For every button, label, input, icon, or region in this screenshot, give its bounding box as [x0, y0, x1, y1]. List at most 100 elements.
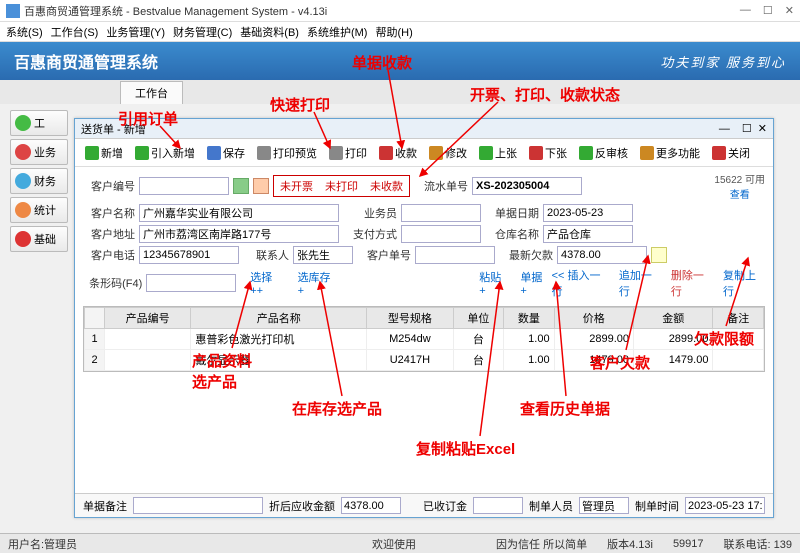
- addr-input[interactable]: [139, 225, 339, 243]
- status-collect: 未收款: [370, 178, 403, 194]
- wh-input[interactable]: [543, 225, 633, 243]
- addr-label: 客户地址: [83, 226, 135, 242]
- col-amt[interactable]: 金额: [634, 308, 713, 329]
- date-input[interactable]: [543, 204, 633, 222]
- side-work[interactable]: 工: [10, 110, 68, 136]
- pay-input[interactable]: [401, 225, 481, 243]
- cust-name-input[interactable]: [139, 204, 339, 222]
- op-copy[interactable]: 复制上行: [723, 267, 765, 299]
- menu-item[interactable]: 财务管理(C): [173, 24, 232, 40]
- dlg-max[interactable]: ☐: [742, 122, 752, 135]
- contact-label: 联系人: [243, 247, 289, 263]
- cust-sn-input[interactable]: [415, 246, 495, 264]
- window-title: 百惠商贸通管理系统 - Bestvalue Management System …: [24, 3, 740, 19]
- dlg-close[interactable]: ✕: [758, 122, 767, 135]
- menu-item[interactable]: 系统(S): [6, 24, 43, 40]
- select-stock[interactable]: 选库存+: [298, 269, 336, 297]
- tb-new[interactable]: 新增: [81, 143, 127, 163]
- paste-link[interactable]: 粘贴+: [479, 269, 506, 297]
- mtime-input[interactable]: [685, 497, 765, 514]
- bill-link[interactable]: 单据+: [520, 269, 547, 297]
- select-prod[interactable]: 选择++: [250, 269, 283, 297]
- sales-input[interactable]: [401, 204, 481, 222]
- status-welcome: 欢迎使用: [372, 536, 416, 552]
- items-grid[interactable]: 产品编号 产品名称 型号规格 单位 数量 价格 金额 备注 1 惠普彩色激光打印…: [83, 306, 765, 372]
- status-print: 未打印: [325, 178, 358, 194]
- tab-workbench[interactable]: 工作台: [120, 81, 183, 104]
- barcode-input[interactable]: [146, 274, 236, 292]
- col-unit[interactable]: 单位: [453, 308, 504, 329]
- table-row[interactable]: 2 戴尔显示器 U2417H 台 1.00 1479.00 1479.00: [85, 350, 764, 371]
- col-name[interactable]: 产品名称: [191, 308, 367, 329]
- dialog-footer: 单据备注 折后应收金额 已收订金 制单人员 制单时间: [75, 493, 773, 517]
- banner-title: 百惠商贸通管理系统: [14, 49, 158, 73]
- tb-next[interactable]: 下张: [525, 143, 571, 163]
- status-mid: 因为信任 所以简单: [496, 536, 587, 552]
- dlg-min[interactable]: —: [719, 123, 730, 135]
- disc-icon[interactable]: [407, 499, 417, 513]
- col-code[interactable]: 产品编号: [105, 308, 191, 329]
- tb-import-new[interactable]: 引入新增: [131, 143, 199, 163]
- side-stat[interactable]: 统计: [10, 197, 68, 223]
- owe-input[interactable]: [557, 246, 647, 264]
- menu-item[interactable]: 业务管理(Y): [106, 24, 165, 40]
- lookup-icon[interactable]: [233, 178, 249, 194]
- status-num: 59917: [673, 538, 704, 550]
- tb-collect[interactable]: 收款: [375, 143, 421, 163]
- tb-unaudit[interactable]: 反审核: [575, 143, 632, 163]
- serial-input[interactable]: [472, 177, 582, 195]
- op-delete[interactable]: 删除一行: [671, 267, 713, 299]
- cust-sn-label: 客户单号: [357, 247, 411, 263]
- tb-more[interactable]: 更多功能: [636, 143, 704, 163]
- cust-no-input[interactable]: [139, 177, 229, 195]
- dialog-title: 送货单 - 新增: [81, 121, 146, 137]
- owe-label: 最新欠款: [499, 247, 553, 263]
- mtime-label: 制单时间: [635, 498, 679, 514]
- avail-text: 15622 可用: [714, 171, 765, 186]
- form-area: 客户编号 未开票 未打印 未收款 流水单号 15622 可用 查看 客户名称 业…: [75, 167, 773, 306]
- disc-input[interactable]: [341, 497, 401, 514]
- op-insert[interactable]: << 插入一行: [552, 267, 609, 299]
- col-note[interactable]: 备注: [713, 308, 764, 329]
- main-menu: 系统(S) 工作台(S) 业务管理(Y) 财务管理(C) 基础资料(B) 系统维…: [0, 22, 800, 42]
- win-max[interactable]: ☐: [763, 4, 773, 17]
- tb-save[interactable]: 保存: [203, 143, 249, 163]
- date-label: 单据日期: [485, 205, 539, 221]
- clear-icon[interactable]: [253, 178, 269, 194]
- view-link[interactable]: 查看: [714, 186, 765, 201]
- tel-input[interactable]: [139, 246, 239, 264]
- tb-prev[interactable]: 上张: [475, 143, 521, 163]
- status-invoice: 未开票: [280, 178, 313, 194]
- tb-close[interactable]: 关闭: [708, 143, 754, 163]
- menu-item[interactable]: 工作台(S): [51, 24, 99, 40]
- status-user: 用户名:管理员: [8, 536, 77, 552]
- dialog-titlebar: 送货单 - 新增 — ☐ ✕: [75, 119, 773, 139]
- table-row[interactable]: 1 惠普彩色激光打印机 M254dw 台 1.00 2899.00 2899.0…: [85, 329, 764, 350]
- maker-input[interactable]: [579, 497, 629, 514]
- note-input[interactable]: [133, 497, 263, 514]
- col-qty[interactable]: 数量: [504, 308, 555, 329]
- col-price[interactable]: 价格: [554, 308, 633, 329]
- deposit-input[interactable]: [473, 497, 523, 514]
- window-titlebar: 百惠商贸通管理系统 - Bestvalue Management System …: [0, 0, 800, 22]
- status-tel: 联系电话: 139: [724, 536, 792, 552]
- tb-edit[interactable]: 修改: [425, 143, 471, 163]
- side-biz[interactable]: 业务: [10, 139, 68, 165]
- contact-input[interactable]: [293, 246, 353, 264]
- owe-info-icon[interactable]: [651, 247, 667, 263]
- win-close[interactable]: ✕: [785, 4, 794, 17]
- side-base[interactable]: 基础: [10, 226, 68, 252]
- tb-preview[interactable]: 打印预览: [253, 143, 321, 163]
- app-icon: [6, 4, 20, 18]
- col-spec[interactable]: 型号规格: [367, 308, 453, 329]
- cust-no-label: 客户编号: [83, 178, 135, 194]
- sales-label: 业务员: [343, 205, 397, 221]
- menu-item[interactable]: 系统维护(M): [307, 24, 368, 40]
- menu-item[interactable]: 帮助(H): [375, 24, 412, 40]
- tb-print[interactable]: 打印: [325, 143, 371, 163]
- win-min[interactable]: —: [740, 4, 751, 17]
- side-fin[interactable]: 财务: [10, 168, 68, 194]
- note-label: 单据备注: [83, 498, 127, 514]
- menu-item[interactable]: 基础资料(B): [240, 24, 299, 40]
- op-append[interactable]: 追加一行: [619, 267, 661, 299]
